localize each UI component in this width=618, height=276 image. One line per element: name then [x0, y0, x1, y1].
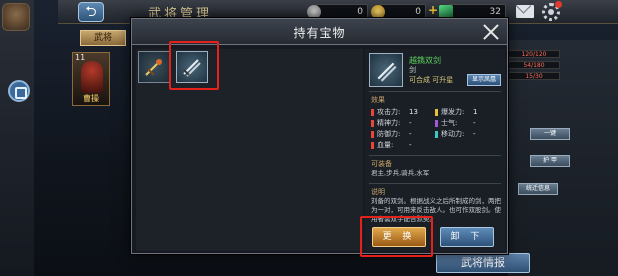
modal-title: 持有宝物	[293, 26, 346, 40]
unload-button[interactable]: 卸 下	[440, 227, 494, 247]
effects-label: 效果	[371, 96, 385, 104]
stat-burst: 爆发力: 1	[435, 107, 499, 118]
divider	[369, 155, 501, 156]
stat-spirit: 精神力: -	[371, 118, 435, 129]
equippable-text: 君主,步兵,骑兵,水军	[371, 169, 430, 177]
item-status: 可合成 可升星	[409, 76, 454, 84]
stat-defense: 防御力: -	[371, 129, 435, 140]
hero-card[interactable]: 11 曹操	[72, 52, 110, 106]
twin-swords-icon	[377, 62, 397, 82]
stat-attack: 攻击力: 13	[371, 107, 435, 118]
divider	[369, 183, 501, 184]
highlight-selected-slot	[169, 41, 219, 90]
side-button-1[interactable]: 一键	[530, 128, 570, 140]
show-phoenix-button[interactable]: 显示凤凰	[467, 74, 501, 86]
mail-icon[interactable]	[516, 5, 534, 18]
side-stat-bars: 120/120 54/180 15/30	[508, 50, 560, 88]
back-button[interactable]: ⮌	[78, 2, 104, 22]
stat-morale: 士气: -	[435, 118, 499, 129]
treasure-slot[interactable]	[138, 51, 170, 83]
side-button-info[interactable]: 统迁信息	[518, 183, 558, 195]
silver-coin-icon	[307, 5, 321, 19]
sword-icon	[145, 59, 162, 76]
stat-move: 移动力: -	[435, 129, 499, 140]
hero-name: 曹操	[83, 94, 99, 103]
stat-hp: 血量: -	[371, 140, 435, 151]
side-button-armor[interactable]: 护 甲	[530, 155, 570, 167]
hero-info-button[interactable]: 武将情报	[436, 253, 530, 273]
floating-assist-icon[interactable]	[8, 80, 30, 102]
player-avatar[interactable]	[2, 3, 30, 31]
description-label: 说明	[371, 188, 385, 196]
gold-coin-icon	[371, 5, 385, 19]
stat-bar: 120/120	[508, 50, 560, 58]
tab-generals[interactable]: 武将	[80, 30, 126, 46]
divider	[369, 91, 501, 92]
hero-level: 11	[75, 53, 86, 62]
jade-icon	[439, 5, 453, 19]
item-type: 剑	[409, 66, 416, 74]
stat-bar: 54/180	[508, 61, 560, 69]
item-icon	[369, 53, 403, 87]
left-strip	[0, 0, 34, 276]
hero-portrait	[81, 61, 103, 93]
highlight-replace-button	[360, 216, 433, 257]
equippable-label: 可装备	[371, 160, 392, 168]
notification-dot	[555, 1, 562, 8]
close-icon[interactable]	[481, 22, 501, 42]
stat-bar: 15/30	[508, 72, 560, 80]
